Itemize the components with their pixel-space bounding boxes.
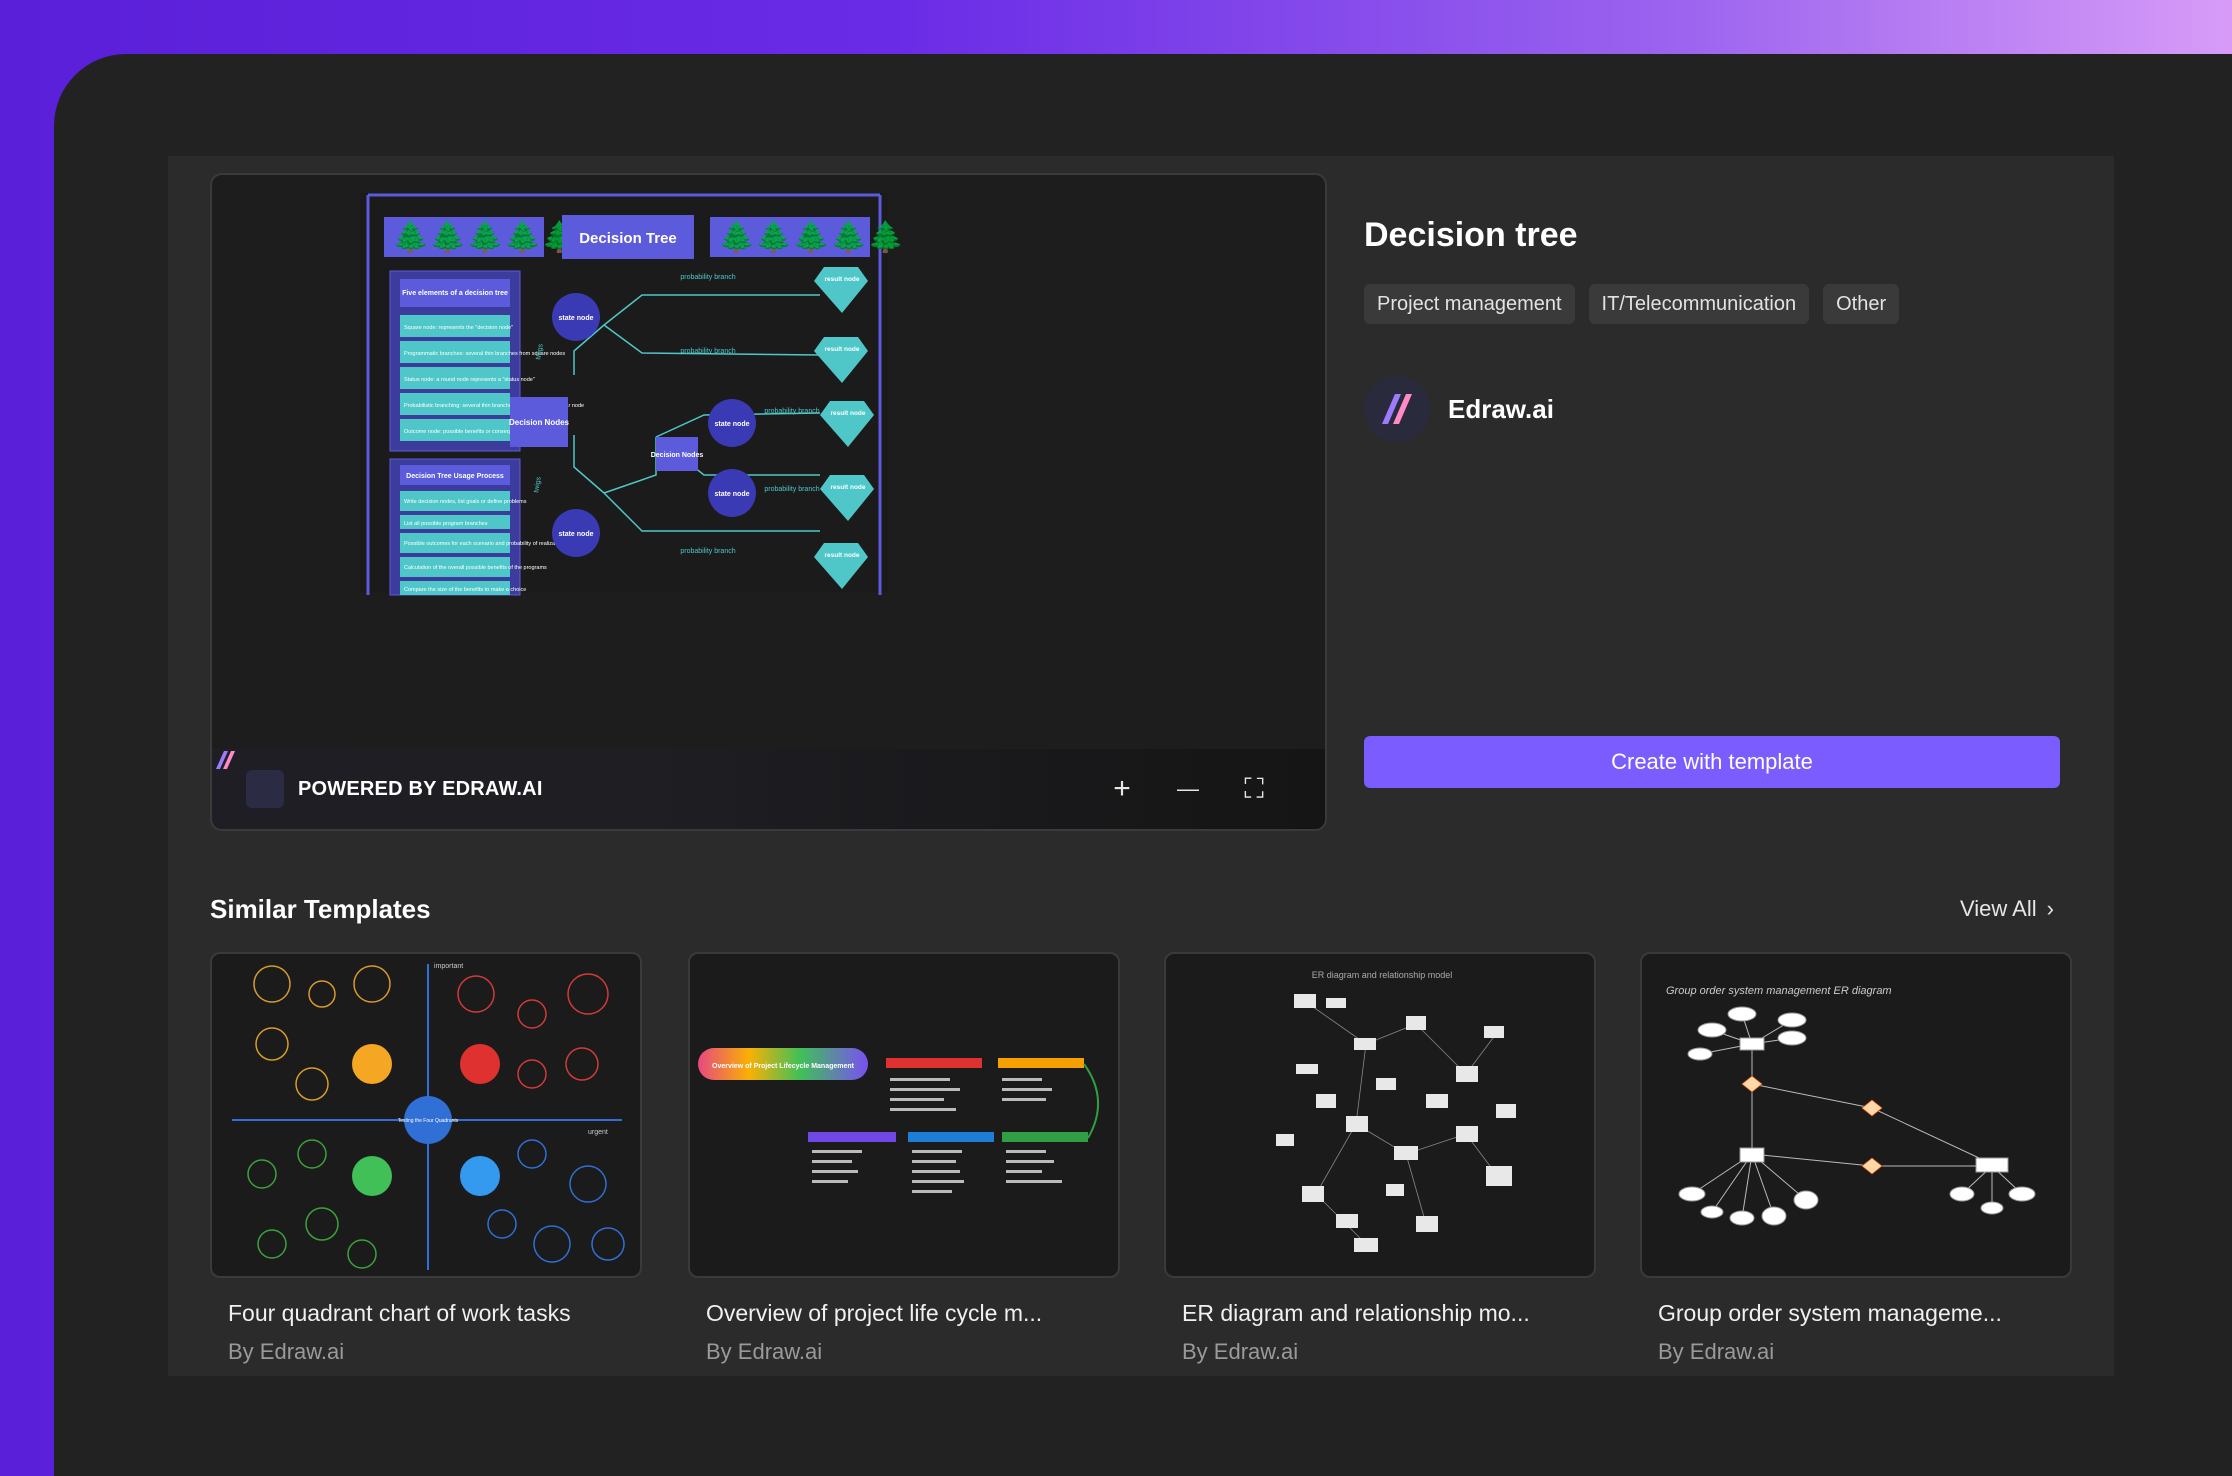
decision-node-label: Decision Nodes <box>509 418 570 427</box>
card-author: By Edraw.ai <box>1182 1339 1299 1364</box>
svg-text:🌲🌲🌲🌲🌲: 🌲🌲🌲🌲🌲 <box>718 219 905 254</box>
branch-label: probability branch <box>680 348 735 355</box>
left-box2-title: Decision Tree Usage Process <box>406 473 504 480</box>
card-author: By Edraw.ai <box>706 1339 823 1364</box>
author-name: Edraw.ai <box>1448 393 1554 424</box>
zoom-out-button[interactable]: — <box>1170 771 1206 807</box>
card-author: By Edraw.ai <box>1658 1339 1775 1364</box>
result-node-label: result node <box>830 410 865 417</box>
svg-text:🌲🌲🌲🌲🌲: 🌲🌲🌲🌲🌲 <box>392 219 579 254</box>
result-node-label: result node <box>824 346 859 353</box>
branch-label: probability branch <box>680 548 735 555</box>
template-card[interactable]: important urgent Testing the Four Quadra… <box>210 952 642 1365</box>
result-node-label: result node <box>824 552 859 559</box>
zoom-in-button[interactable]: + <box>1104 771 1140 807</box>
template-title: Decision tree <box>1364 216 1578 254</box>
card-title: Group order system manageme... <box>1658 1300 2002 1326</box>
state-node-label: state node <box>714 421 749 428</box>
view-all-link[interactable]: View All › <box>1960 896 2054 922</box>
left-box1-item: Outcome node: possible benefits or conse… <box>404 429 528 435</box>
thumb-label: Testing the Four Quadrants <box>398 1118 459 1124</box>
template-thumbnail[interactable]: ER diagram and relationship model <box>1164 952 1596 1278</box>
decision-node-label: Decision Nodes <box>651 452 704 459</box>
author-avatar-icon <box>1364 376 1430 442</box>
thumb-label: urgent <box>588 1129 608 1136</box>
thumb-label: Group order system management ER diagram <box>1666 985 1892 997</box>
left-box2-item: List all possible program branches <box>404 521 488 527</box>
result-node-label: result node <box>824 276 859 283</box>
card-title: Overview of project life cycle m... <box>706 1300 1043 1326</box>
template-preview[interactable]: 🌲🌲🌲🌲🌲 🌲🌲🌲🌲🌲 Decision Tree Five elements … <box>210 173 1327 831</box>
left-box2-item: Compare the size of the benefits to make… <box>404 587 526 593</box>
thumb-label: important <box>434 963 463 970</box>
tag-other[interactable]: Other <box>1823 284 1900 324</box>
left-box2-item: Calculation of the overall possible bene… <box>404 565 547 571</box>
template-card[interactable]: ER diagram and relationship model ER dia… <box>1164 952 1596 1365</box>
similar-templates-heading: Similar Templates <box>210 894 431 924</box>
template-card[interactable]: Group order system management ER diagram <box>1640 952 2072 1365</box>
left-box1-title: Five elements of a decision tree <box>402 290 508 297</box>
card-title: Four quadrant chart of work tasks <box>228 1300 571 1326</box>
state-node-label: state node <box>558 315 593 322</box>
template-author[interactable]: Edraw.ai <box>1364 376 1554 442</box>
template-tags: Project management IT/Telecommunication … <box>1364 284 1900 324</box>
diagram-title: Decision Tree <box>579 230 677 247</box>
fullscreen-button[interactable]: ⛶ <box>1236 771 1272 807</box>
group-order-er-thumbnail: Group order system management ER diagram <box>1666 985 2036 1226</box>
card-author: By Edraw.ai <box>228 1339 345 1364</box>
branch-label: probability branch <box>764 408 819 415</box>
left-box1-item: Status node: a round node represents a "… <box>404 377 535 383</box>
result-node-label: result node <box>830 484 865 491</box>
tag-project-management[interactable]: Project management <box>1364 284 1575 324</box>
powered-by-label: POWERED BY EDRAW.AI <box>298 777 543 800</box>
branch-label: probability branch <box>680 274 735 281</box>
branch-label: probability branch <box>764 486 819 493</box>
decision-tree-diagram: 🌲🌲🌲🌲🌲 🌲🌲🌲🌲🌲 Decision Tree Five elements … <box>360 193 905 596</box>
thumb-label: ER diagram and relationship model <box>1312 970 1453 980</box>
state-node-label: state node <box>558 531 593 538</box>
template-card[interactable]: Overview of Project Lifecycle Management… <box>688 952 1120 1365</box>
chevron-right-icon: › <box>2046 896 2054 921</box>
state-node-label: state node <box>714 491 749 498</box>
edraw-logo-icon <box>216 751 284 808</box>
left-box2-item: Possible outcomes for each scenario and … <box>404 541 564 547</box>
er-diagram-thumbnail: ER diagram and relationship model <box>1276 970 1516 1252</box>
template-thumbnail[interactable]: Overview of Project Lifecycle Management <box>688 952 1120 1278</box>
create-with-template-button[interactable]: Create with template <box>1364 736 2060 788</box>
quadrant-chart-thumbnail: important urgent Testing the Four Quadra… <box>232 963 625 1270</box>
preview-toolbar: POWERED BY EDRAW.AI + — ⛶ <box>212 749 1325 829</box>
template-thumbnail[interactable]: important urgent Testing the Four Quadra… <box>210 952 642 1278</box>
view-all-label: View All <box>1960 896 2037 921</box>
left-box1-item: Square node: represents the "decision no… <box>404 325 513 331</box>
card-title: ER diagram and relationship mo... <box>1182 1300 1530 1326</box>
thumb-label: Overview of Project Lifecycle Management <box>712 1063 855 1070</box>
lifecycle-thumbnail: Overview of Project Lifecycle Management <box>698 1048 1099 1193</box>
tag-it-telecommunication[interactable]: IT/Telecommunication <box>1588 284 1810 324</box>
template-thumbnail[interactable]: Group order system management ER diagram <box>1640 952 2072 1278</box>
left-box2-item: Write decision nodes, list goals or defi… <box>404 499 527 505</box>
